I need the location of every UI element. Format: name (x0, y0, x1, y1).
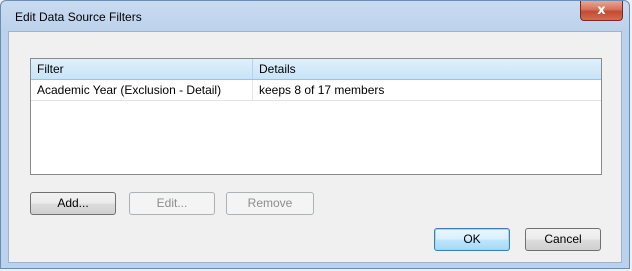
column-header-filter[interactable]: Filter (31, 59, 253, 79)
dialog-body: Filter Details Academic Year (Exclusion … (8, 31, 622, 263)
edit-button[interactable]: Edit... (129, 192, 215, 215)
table-row[interactable]: Academic Year (Exclusion - Detail) keeps… (31, 80, 601, 101)
cancel-button[interactable]: Cancel (525, 228, 601, 251)
filter-cell: Academic Year (Exclusion - Detail) (31, 80, 253, 100)
close-button[interactable]: x (580, 1, 623, 21)
close-icon: x (597, 3, 606, 18)
filters-table[interactable]: Filter Details Academic Year (Exclusion … (30, 58, 602, 175)
dialog-title: Edit Data Source Filters (15, 10, 142, 24)
ok-button[interactable]: OK (434, 228, 510, 251)
add-button[interactable]: Add... (30, 192, 116, 215)
remove-button[interactable]: Remove (226, 192, 314, 215)
details-cell: keeps 8 of 17 members (259, 83, 385, 97)
dialog-window: Edit Data Source Filters x Filter Detail… (0, 0, 630, 269)
title-bar: Edit Data Source Filters x (1, 1, 629, 31)
table-header: Filter Details (31, 59, 601, 80)
column-header-details[interactable]: Details (253, 59, 601, 79)
